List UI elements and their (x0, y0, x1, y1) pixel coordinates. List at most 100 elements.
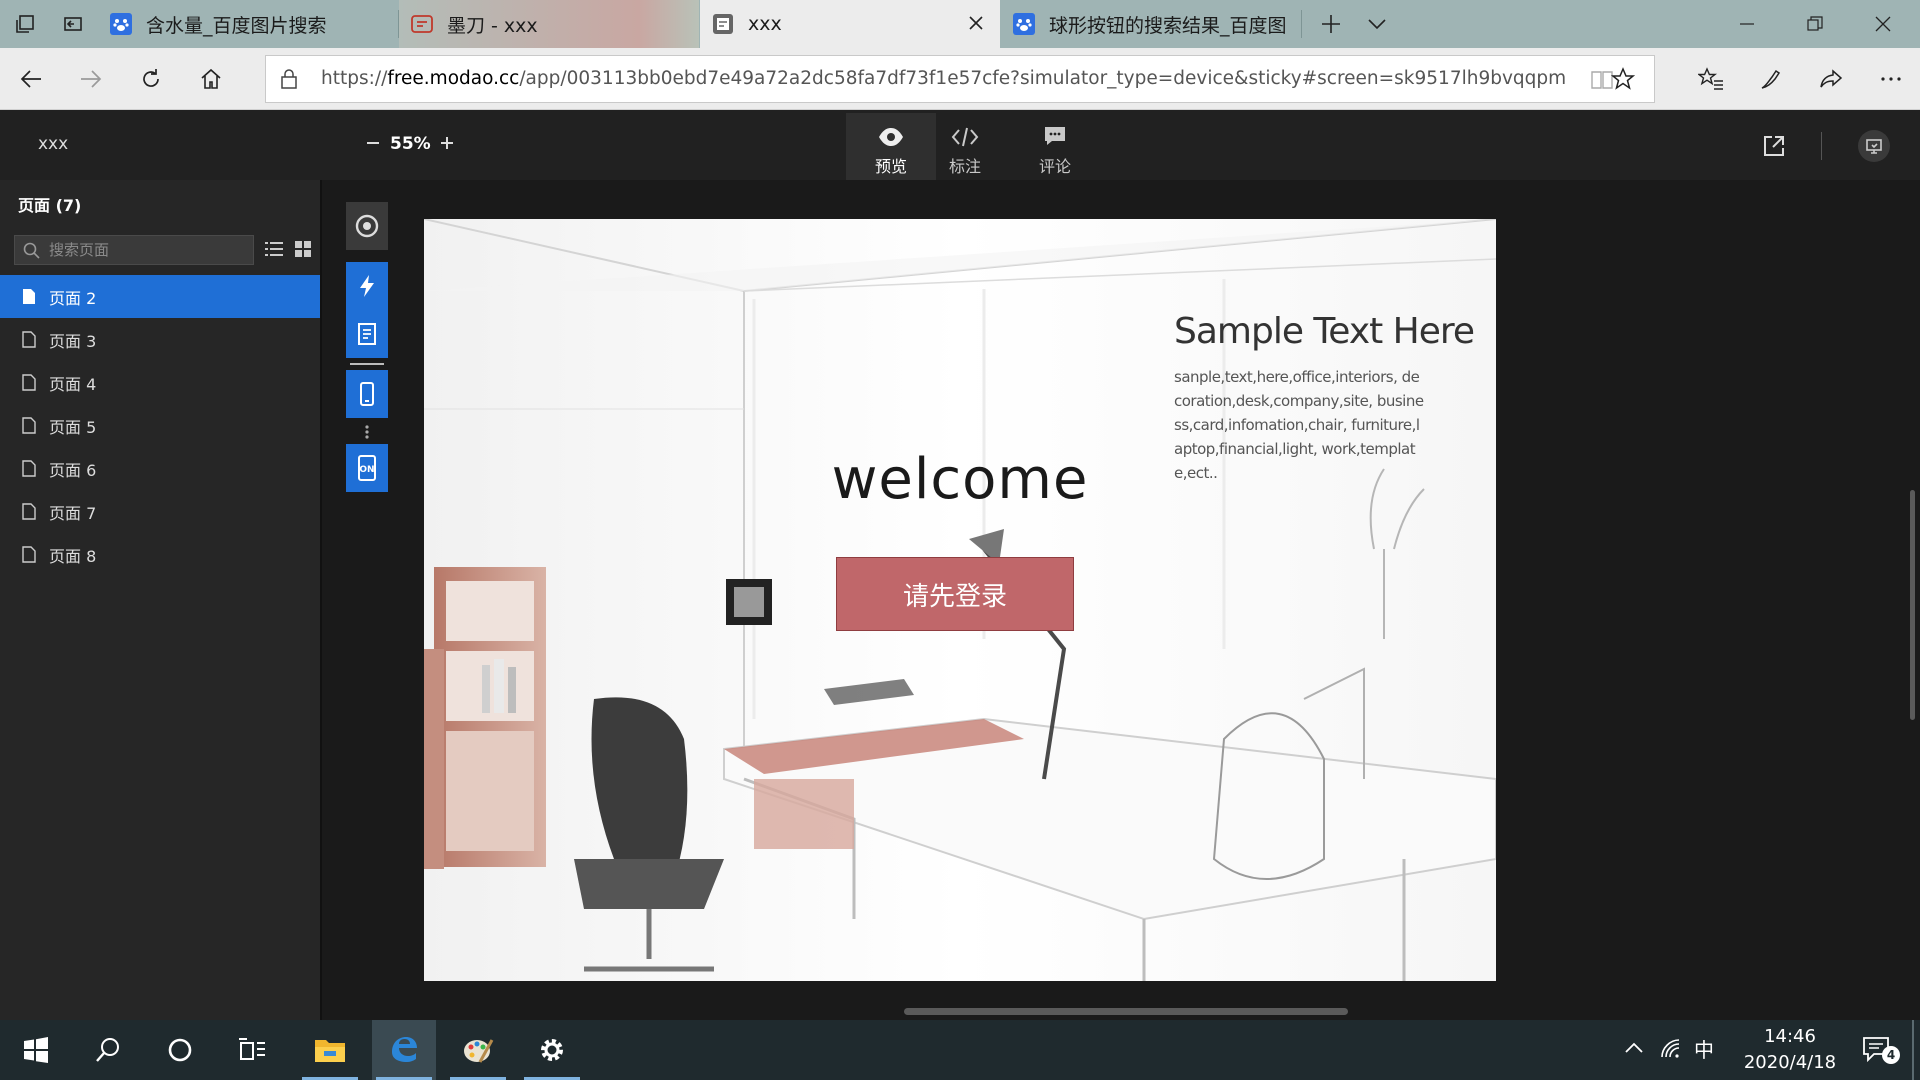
tab-xxx[interactable]: xxx (700, 0, 1000, 48)
pages-sidebar: 页面 (7) 页面 2 页面 3 页面 4 页面 5 页面 6 页面 7 页面 … (0, 180, 322, 1020)
baidu-paw-icon (110, 13, 132, 35)
mode-annotate-button[interactable]: 标注 (920, 113, 1010, 180)
mode-comment-button[interactable]: 评论 (1010, 113, 1100, 180)
home-icon[interactable] (190, 58, 232, 100)
prototype-header: xxx 55% 预览 标注 评论 (0, 110, 1920, 180)
search-icon[interactable] (76, 1020, 140, 1080)
page-label: 页面 8 (49, 546, 97, 566)
modao-icon (411, 13, 433, 35)
page-file-icon (23, 289, 35, 304)
page-label: 页面 4 (49, 374, 97, 394)
page-item-7[interactable]: 页面 7 (0, 490, 320, 533)
start-windows-icon[interactable] (4, 1020, 68, 1080)
favorites-hub-icon[interactable] (1690, 58, 1732, 100)
input-method-indicator[interactable]: 中 (1694, 1034, 1714, 1063)
page-file-icon (22, 460, 36, 477)
sample-body-text: sanple,text,here,office,interiors, decor… (1174, 368, 1424, 482)
zoom-out-button[interactable] (358, 128, 388, 158)
browser-tab-strip: 含水量_百度图片搜索 墨刀 - xxx xxx 球形按钮的搜索结果_百度图 (0, 0, 1920, 48)
url-text[interactable]: https://free.modao.cc/app/003113bb0ebd7e… (321, 56, 1566, 102)
page-file-icon (22, 374, 36, 391)
cortana-icon[interactable] (148, 1020, 212, 1080)
comment-icon (1010, 113, 1100, 147)
clock-date: 2020/4/18 (1743, 1052, 1837, 1073)
artboard-page-2: welcome 请先登录 Sample Text Here sanple,tex… (424, 219, 1496, 981)
edge-browser-icon[interactable] (372, 1020, 436, 1080)
grid-view-icon[interactable] (295, 241, 311, 261)
lightning-icon[interactable] (346, 262, 388, 310)
restore-icon[interactable] (1781, 0, 1849, 48)
page-label: 页面 2 (49, 288, 97, 308)
zoom-level: 55% (390, 134, 431, 154)
page-item-2[interactable]: 页面 2 (0, 275, 320, 318)
clock-time: 14:46 (1764, 1026, 1816, 1047)
page-item-5[interactable]: 页面 5 (0, 404, 320, 447)
browser-navigation-bar: https://free.modao.cc/app/003113bb0ebd7e… (0, 48, 1920, 110)
show-desktop-button[interactable] (1912, 1020, 1914, 1080)
page-label: 页面 6 (49, 460, 97, 480)
device-icon[interactable] (346, 370, 388, 418)
target-icon[interactable] (346, 202, 388, 250)
pen-notes-icon[interactable] (1750, 58, 1792, 100)
vertical-scrollbar[interactable] (1910, 490, 1915, 720)
project-name: xxx (38, 134, 69, 154)
tab-preview-chevron-icon[interactable] (1356, 3, 1398, 45)
toggle-on-icon[interactable]: ON (346, 444, 388, 492)
close-window-icon[interactable] (1849, 0, 1917, 48)
page-label: 页面 3 (49, 331, 97, 351)
windows-taskbar: 中 14:46 2020/4/18 4 (0, 1020, 1920, 1080)
favorite-star-icon[interactable] (1602, 58, 1644, 100)
page-item-6[interactable]: 页面 6 (0, 447, 320, 490)
notification-center-icon[interactable]: 4 (1860, 1034, 1900, 1066)
page-label: 页面 7 (49, 503, 97, 523)
tab-baidu-images[interactable]: 含水量_百度图片搜索 (98, 0, 398, 48)
header-divider (1821, 132, 1822, 160)
zoom-in-button[interactable] (432, 128, 462, 158)
page-file-icon (22, 546, 36, 563)
page-item-4[interactable]: 页面 4 (0, 361, 320, 404)
file-explorer-icon[interactable] (298, 1020, 362, 1080)
toolbar-dots (365, 424, 369, 444)
page-file-icon (22, 503, 36, 520)
horizontal-scrollbar[interactable] (904, 1008, 1348, 1015)
page-file-icon (22, 417, 36, 434)
page-file-icon (22, 331, 36, 348)
lock-icon (280, 68, 298, 94)
refresh-icon[interactable] (130, 58, 172, 100)
page-item-8[interactable]: 页面 8 (0, 533, 320, 576)
share-icon[interactable] (1810, 58, 1852, 100)
paint-app-icon[interactable] (446, 1020, 510, 1080)
new-tab-icon[interactable] (1310, 3, 1352, 45)
task-view-icon[interactable] (220, 1020, 284, 1080)
address-bar[interactable]: https://free.modao.cc/app/003113bb0ebd7e… (265, 55, 1655, 103)
toolbar-divider (350, 363, 384, 365)
open-external-icon[interactable] (1762, 134, 1786, 162)
wifi-icon[interactable] (1660, 1038, 1682, 1062)
login-button[interactable]: 请先登录 (836, 557, 1074, 631)
back-icon[interactable] (10, 58, 52, 100)
more-menu-icon[interactable] (1870, 58, 1912, 100)
presentation-icon[interactable] (1858, 130, 1890, 162)
tab-title: xxx (748, 13, 782, 35)
baidu-paw-icon (1013, 13, 1035, 35)
notes-icon[interactable] (346, 310, 388, 358)
search-input[interactable] (49, 236, 249, 264)
svg-text:ON: ON (359, 465, 374, 475)
close-tab-icon[interactable] (966, 13, 986, 33)
minimize-icon[interactable] (1713, 0, 1781, 48)
system-clock[interactable]: 14:46 2020/4/18 (1720, 1024, 1860, 1076)
set-aside-tabs-icon[interactable] (52, 3, 94, 45)
page-item-3[interactable]: 页面 3 (0, 318, 320, 361)
sample-title: Sample Text Here (1174, 311, 1475, 352)
tab-baidu-search[interactable]: 球形按钮的搜索结果_百度图 (1001, 0, 1301, 48)
page-label: 页面 5 (49, 417, 97, 437)
show-hidden-icons-chevron-icon[interactable] (1624, 1040, 1644, 1059)
list-view-icon[interactable] (265, 241, 283, 261)
tab-modao[interactable]: 墨刀 - xxx (399, 0, 699, 48)
page-icon (712, 13, 734, 35)
settings-gear-icon[interactable] (520, 1020, 584, 1080)
page-search-box[interactable] (14, 235, 254, 265)
pages-title: 页面 (7) (18, 196, 82, 215)
forward-icon[interactable] (70, 58, 112, 100)
tab-actions-icon[interactable] (4, 3, 46, 45)
